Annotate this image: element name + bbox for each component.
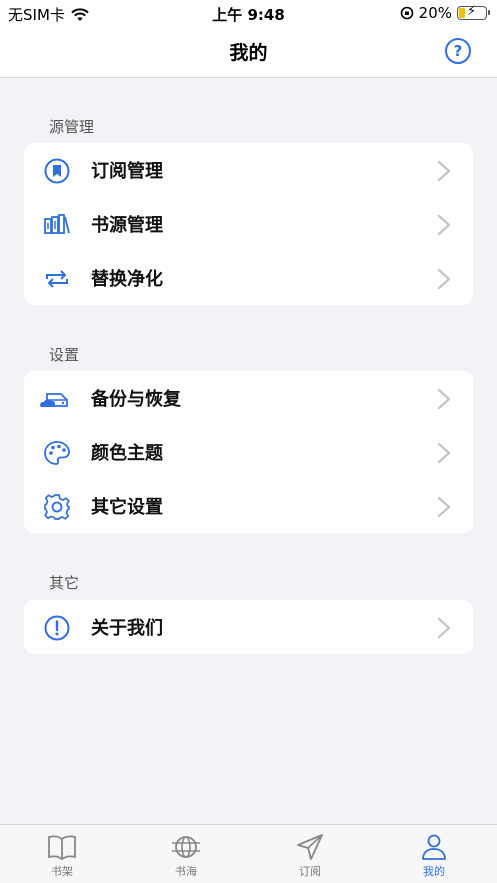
section-title-settings: 设置 <box>49 346 80 364</box>
group-settings: 备份与恢复 颜色主题 其它设置 <box>24 371 473 533</box>
menu-item-label: 关于我们 <box>91 618 163 639</box>
menu-item-label: 替换净化 <box>91 269 163 290</box>
book-icon <box>48 835 76 861</box>
chevron-right-icon <box>437 496 451 518</box>
menu-item-backup[interactable]: 备份与恢复 <box>24 371 473 425</box>
menu-item-label: 订阅管理 <box>91 161 163 182</box>
person-icon <box>422 834 446 860</box>
group-other: 关于我们 <box>24 600 473 654</box>
page-title: 我的 <box>229 42 268 64</box>
tab-label: 订阅 <box>299 865 321 878</box>
books-icon <box>44 214 70 234</box>
menu-item-book-source[interactable]: 书源管理 <box>24 197 473 251</box>
tab-mine[interactable]: 我的 <box>394 833 474 879</box>
send-icon <box>297 834 323 860</box>
orientation-lock-icon <box>400 6 413 20</box>
bookmark-icon <box>44 158 70 184</box>
section-title-other: 其它 <box>49 574 80 592</box>
chevron-right-icon <box>437 388 451 410</box>
section-title-source: 源管理 <box>49 118 95 136</box>
group-source: 订阅管理 书源管理 替换净化 <box>24 143 473 305</box>
help-button[interactable]: ? <box>445 38 471 64</box>
chevron-right-icon <box>437 268 451 290</box>
gear-icon <box>44 494 70 520</box>
battery-icon: ⚡ <box>457 5 490 20</box>
menu-item-replace[interactable]: 替换净化 <box>24 251 473 305</box>
menu-item-about[interactable]: 关于我们 <box>24 600 473 654</box>
menu-item-subscription[interactable]: 订阅管理 <box>24 143 473 197</box>
menu-item-label: 书源管理 <box>91 215 163 236</box>
status-right: 20% ⚡ <box>400 4 490 22</box>
status-bar: 无SIM卡 上午 9:48 20% ⚡ <box>0 0 497 26</box>
menu-item-other-settings[interactable]: 其它设置 <box>24 479 473 533</box>
tab-subscribe[interactable]: 订阅 <box>270 833 350 879</box>
globe-icon <box>172 836 200 858</box>
palette-icon <box>44 441 70 465</box>
tab-bookshelf[interactable]: 书架 <box>22 833 102 879</box>
menu-item-label: 其它设置 <box>91 497 163 518</box>
help-icon: ? <box>453 42 463 60</box>
battery-percent: 20% <box>418 4 452 22</box>
cloud-drive-icon <box>40 393 68 407</box>
menu-item-theme[interactable]: 颜色主题 <box>24 425 473 479</box>
swap-icon <box>46 270 68 288</box>
chevron-right-icon <box>437 617 451 639</box>
tab-label: 书海 <box>175 865 197 878</box>
tab-label: 书架 <box>51 865 73 878</box>
chevron-right-icon <box>437 160 451 182</box>
tab-label: 我的 <box>423 865 445 878</box>
nav-bar: 我的 ? <box>0 26 497 78</box>
menu-item-label: 颜色主题 <box>91 443 163 464</box>
info-icon <box>44 615 70 641</box>
chevron-right-icon <box>437 442 451 464</box>
menu-item-label: 备份与恢复 <box>91 389 181 410</box>
chevron-right-icon <box>437 214 451 236</box>
tab-bar: 书架 书海 订阅 我的 <box>0 824 497 883</box>
tab-book-sea[interactable]: 书海 <box>146 833 226 879</box>
